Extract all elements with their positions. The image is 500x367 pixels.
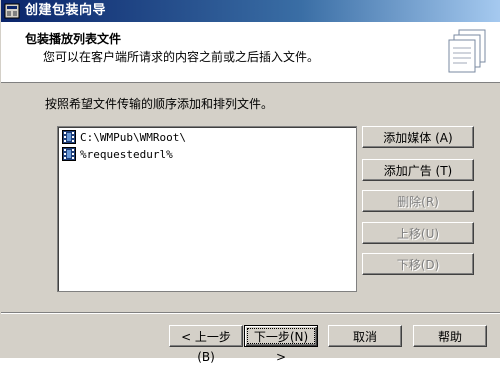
page-subtitle: 您可以在客户端所请求的内容之前或之后插入文件。 [43, 50, 320, 64]
instruction-text: 按照希望文件传输的顺序添加和排列文件。 [45, 97, 274, 111]
add-media-button[interactable]: 添加媒体 (A) [362, 126, 474, 148]
move-up-button[interactable]: 上移(U) [362, 222, 474, 244]
back-button[interactable]: < 上一步(B) [169, 325, 243, 364]
delete-button[interactable]: 删除(R) [362, 190, 474, 212]
footer-divider [1, 312, 500, 314]
page-title: 包装播放列表文件 [25, 32, 122, 46]
wizard-header: 包装播放列表文件 您可以在客户端所请求的内容之前或之后插入文件。 [1, 22, 500, 83]
move-down-button[interactable]: 下移(D) [362, 253, 474, 275]
list-item[interactable]: C:\WMPub\WMRoot\ [62, 129, 186, 145]
wizard-app-icon [4, 3, 20, 19]
window-title: 创建包装向导 [25, 3, 107, 18]
cancel-button[interactable]: 取消 [328, 325, 402, 347]
wizard-window: 创建包装向导 包装播放列表文件 您可以在客户端所请求的内容之前或之后插入文件。 … [0, 0, 500, 364]
file-path: %requestedurl% [80, 147, 173, 161]
media-file-icon [62, 147, 76, 161]
help-button[interactable]: 帮助 [413, 325, 487, 347]
title-bar[interactable]: 创建包装向导 [1, 0, 500, 22]
file-list[interactable]: C:\WMPub\WMRoot\ %requestedurl% [57, 126, 357, 292]
documents-stack-icon [448, 29, 486, 73]
list-item[interactable]: %requestedurl% [62, 146, 173, 162]
add-ad-button[interactable]: 添加广告 (T) [362, 159, 474, 181]
next-button[interactable]: 下一步(N) > [244, 325, 318, 364]
file-path: C:\WMPub\WMRoot\ [80, 130, 186, 144]
media-file-icon [62, 130, 76, 144]
